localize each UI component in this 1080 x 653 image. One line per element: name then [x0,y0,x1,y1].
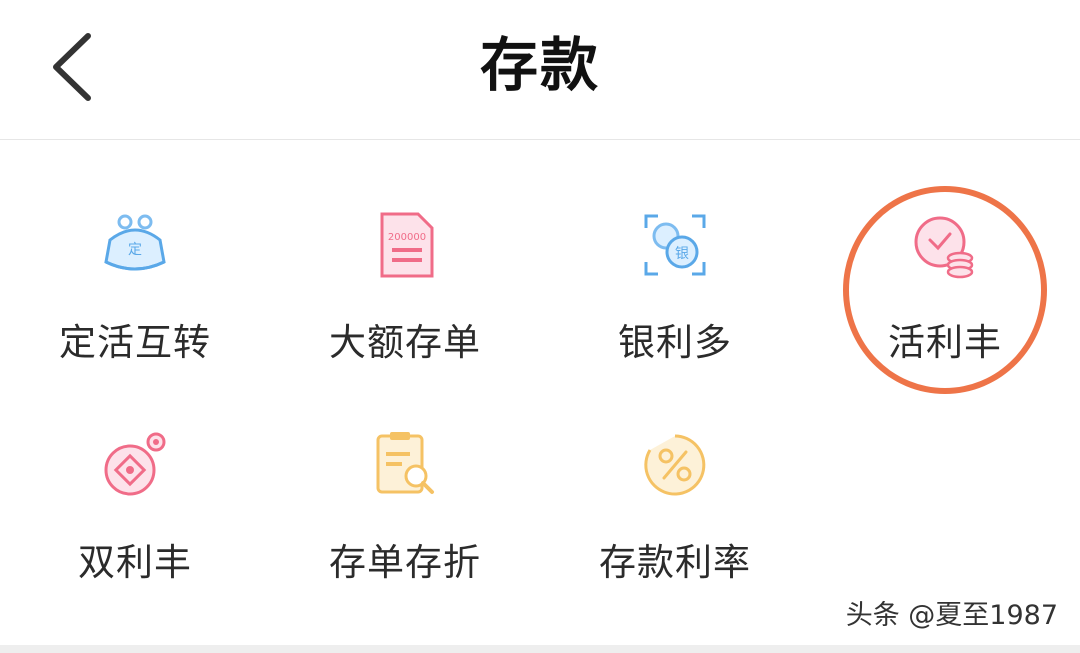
watermark-text: 头条 @夏至1987 [845,600,1058,631]
svg-text:银: 银 [675,246,689,262]
header-bar: 存款 [0,0,1080,140]
page-title: 存款 [479,31,600,99]
menu-item-label: 活利丰 [888,321,1002,364]
menu-item-cunkuan-lilv[interactable]: 存款利率 [540,430,810,630]
deposit-page: 存款 定 定活互转 200000 大额存单 银 银利多 活利丰 双利丰 存单存折… [0,0,1080,653]
double-coin-icon [100,430,170,500]
menu-item-cundan-cunzhe[interactable]: 存单存折 [270,430,540,630]
menu-item-label: 双利丰 [78,541,192,584]
piggy-purse-icon: 定 [100,210,170,280]
bank-coin-scan-icon: 银 [640,210,710,280]
percent-circle-icon [640,430,710,500]
menu-item-shuanglifeng[interactable]: 双利丰 [0,430,270,630]
svg-text:定: 定 [128,242,142,258]
bottom-divider [0,645,1080,653]
clock-coins-icon [910,210,980,280]
menu-item-label: 大额存单 [329,321,481,364]
menu-item-dinghuo-huzhuan[interactable]: 定 定活互转 [0,210,270,410]
menu-item-yinliduo[interactable]: 银 银利多 [540,210,810,410]
svg-text:200000: 200000 [388,232,426,243]
menu-item-label: 存款利率 [599,541,751,584]
passbook-search-icon [370,430,440,500]
certificate-document-icon: 200000 [370,210,440,280]
menu-item-label: 存单存折 [329,541,481,584]
menu-item-huolifeng[interactable]: 活利丰 [810,210,1080,410]
menu-item-label: 定活互转 [59,321,211,364]
menu-item-dae-cundan[interactable]: 200000 大额存单 [270,210,540,410]
menu-item-label: 银利多 [618,321,732,364]
